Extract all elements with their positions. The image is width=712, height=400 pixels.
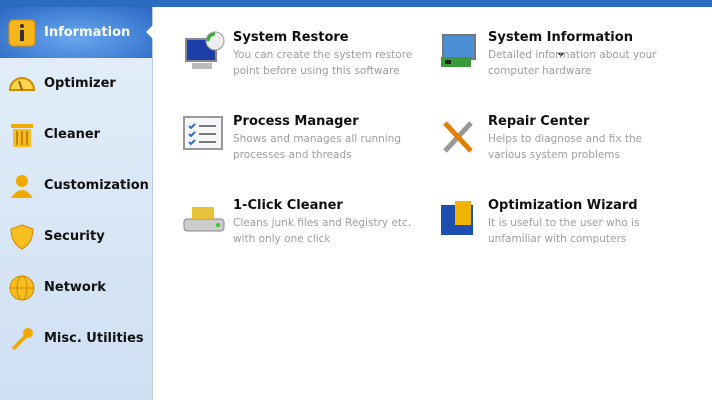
- tile-system-information[interactable]: System Information Detailed information a…: [437, 29, 677, 89]
- main-panel: System Restore You can create the system …: [154, 7, 712, 400]
- tile-title: System Restore: [233, 30, 349, 45]
- cleaner-icon: [183, 207, 225, 232]
- gauge-icon: [8, 70, 36, 98]
- system-restore-icon: [185, 31, 225, 69]
- tile-description: Cleans junk files and Registry etc. with…: [233, 217, 412, 245]
- tile-title: 1-Click Cleaner: [233, 198, 343, 213]
- tile-title: Process Manager: [233, 114, 359, 129]
- sidebar-item-customization[interactable]: Customization: [0, 160, 152, 211]
- tile-system-restore[interactable]: System Restore You can create the system …: [182, 29, 422, 89]
- wrench-icon: [8, 325, 36, 353]
- tile-process-manager[interactable]: Process Manager Shows and manages all run…: [182, 113, 422, 173]
- tile-description: Shows and manages all running processes …: [233, 133, 402, 161]
- tile-title: Repair Center: [488, 114, 590, 129]
- tile-title: Optimization Wizard: [488, 198, 638, 213]
- sidebar-item-network[interactable]: Network: [0, 262, 152, 313]
- sidebar-item-misc-utilities[interactable]: Misc. Utilities: [0, 313, 152, 364]
- tile-description: It is useful to the user who is unfamili…: [488, 217, 640, 245]
- tile-description: You can create the system restore point …: [233, 49, 413, 77]
- sidebar-item-label: Information: [44, 25, 131, 40]
- tile-repair-center[interactable]: Repair Center Helps to diagnose and fix t…: [437, 113, 677, 173]
- sidebar-item-label: Misc. Utilities: [44, 331, 144, 346]
- tile-optimization-wizard[interactable]: Optimization Wizard It is useful to the u…: [437, 197, 677, 257]
- sidebar-item-label: Customization: [44, 178, 149, 193]
- info-icon: [8, 19, 36, 47]
- sidebar-item-label: Cleaner: [44, 127, 101, 142]
- trash-icon: [8, 121, 36, 149]
- shield-icon: [8, 223, 36, 251]
- sidebar-item-label: Optimizer: [44, 76, 116, 91]
- title-bar: [0, 0, 712, 7]
- tile-description: Detailed information about your computer…: [488, 49, 657, 77]
- sidebar-item-label: Security: [44, 229, 105, 244]
- sidebar-item-cleaner[interactable]: Cleaner: [0, 109, 152, 160]
- sidebar-item-optimizer[interactable]: Optimizer: [0, 58, 152, 109]
- sidebar-item-label: Network: [44, 280, 106, 295]
- repair-center-icon: [443, 121, 473, 153]
- sidebar-item-information[interactable]: Information: [0, 7, 153, 58]
- tile-description: Helps to diagnose and fix the various sy…: [488, 133, 643, 161]
- process-manager-icon: [183, 116, 223, 150]
- user-icon: [8, 172, 36, 200]
- system-information-icon: [441, 34, 476, 67]
- wizard-icon: [441, 201, 473, 235]
- sidebar-item-security[interactable]: Security: [0, 211, 152, 262]
- sidebar: Information Optimizer Cleaner Customizat…: [0, 7, 153, 400]
- tile-1-click-cleaner[interactable]: 1-Click Cleaner Cleans junk files and Reg…: [182, 197, 422, 257]
- tile-title: System Information: [488, 30, 633, 45]
- globe-icon: [8, 274, 36, 302]
